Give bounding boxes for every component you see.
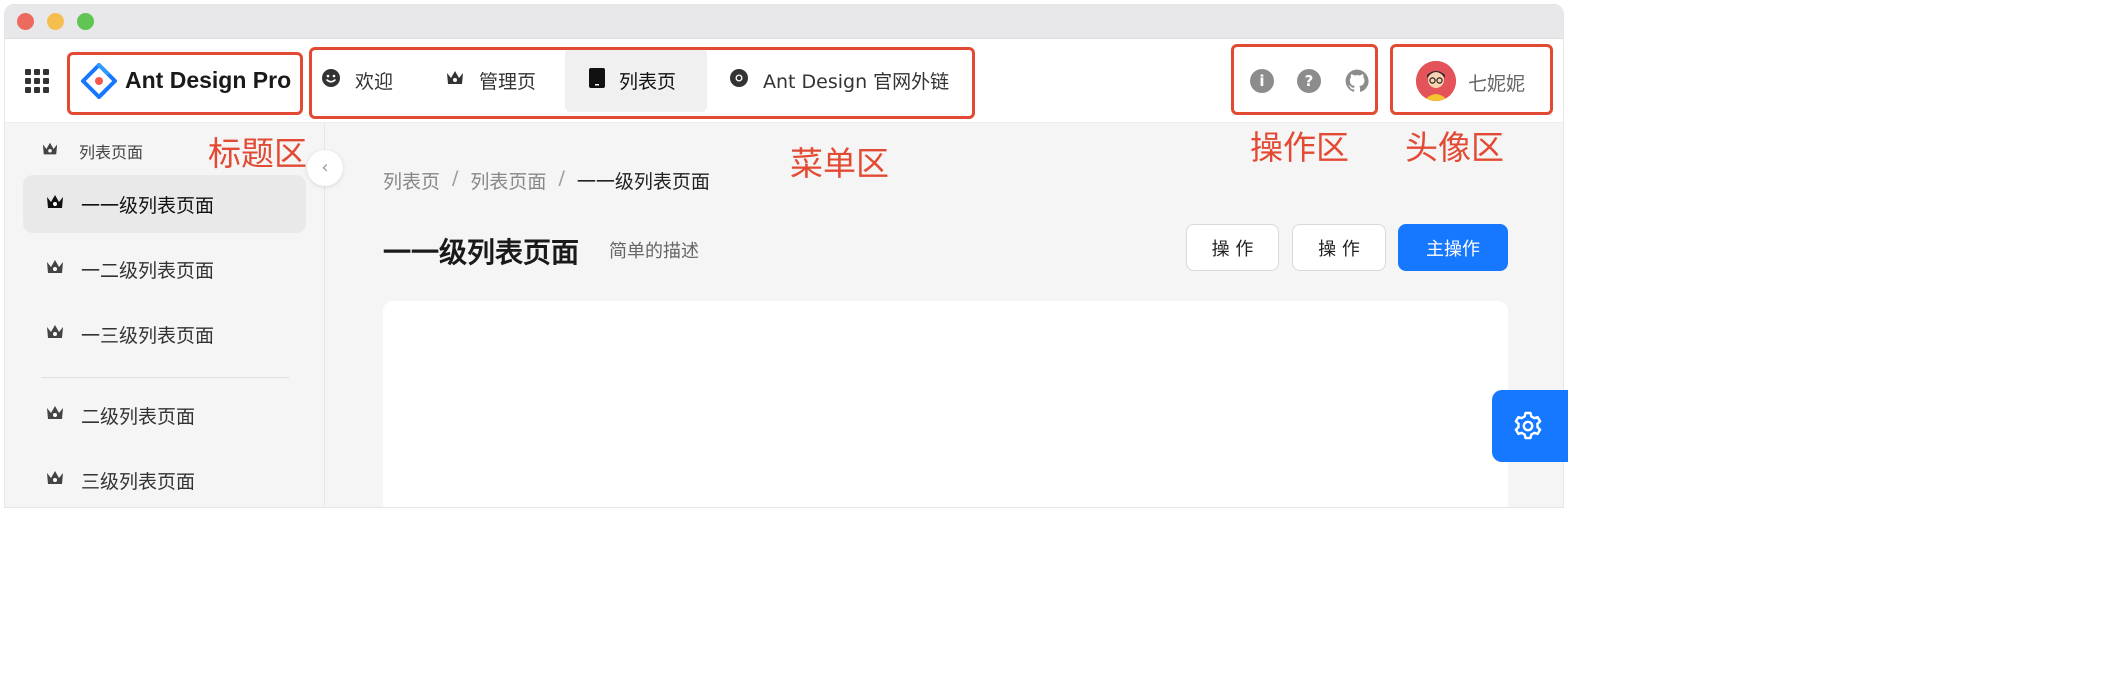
page-description: 简单的描述 <box>609 241 699 262</box>
sidebar-item-label: 一二级列表页面 <box>81 259 215 282</box>
sidebar-item-label: 三级列表页面 <box>81 470 196 493</box>
page-title: 一一级列表页面 <box>383 236 580 269</box>
sidebar-item-label: 一三级列表页面 <box>81 324 215 347</box>
sidebar-item-1-2[interactable]: 一二级列表页面 <box>23 240 306 298</box>
crown-icon <box>41 141 59 161</box>
avatar-area-highlight <box>1390 44 1553 115</box>
sidebar-item-3[interactable]: 三级列表页面 <box>23 451 306 507</box>
title-area-highlight <box>67 52 303 115</box>
chevron-left-icon: ‹ <box>321 157 329 178</box>
apps-grid-icon[interactable] <box>25 69 51 95</box>
action-area-annotation: 操作区 <box>1250 128 1349 167</box>
action-button-1[interactable]: 操 作 <box>1186 224 1279 271</box>
maximize-window-button[interactable] <box>77 13 94 30</box>
sidebar-item-label: 二级列表页面 <box>81 405 196 428</box>
sidebar-item-label: 一一级列表页面 <box>81 194 215 217</box>
breadcrumb-link[interactable]: 列表页面 <box>470 167 546 194</box>
breadcrumb-separator: / <box>558 167 565 189</box>
breadcrumb-current: 一一级列表页面 <box>576 171 710 193</box>
action-button-2[interactable]: 操 作 <box>1292 224 1386 271</box>
title-area-annotation: 标题区 <box>208 134 307 173</box>
avatar-area-annotation: 头像区 <box>1405 128 1504 167</box>
action-area-highlight <box>1231 44 1378 115</box>
crown-icon <box>45 193 65 216</box>
settings-button[interactable] <box>1492 390 1568 462</box>
sidebar-item-2[interactable]: 二级列表页面 <box>23 386 306 444</box>
sidebar-item-1-1[interactable]: 一一级列表页面 <box>23 175 306 233</box>
gear-icon <box>1514 411 1542 440</box>
sidebar-group-label: 列表页面 <box>79 143 144 162</box>
breadcrumb-link[interactable]: 列表页 <box>383 167 440 194</box>
minimize-window-button[interactable] <box>47 13 64 30</box>
content-card <box>383 301 1508 507</box>
crown-icon <box>45 323 65 346</box>
browser-window: Ant Design Pro 欢迎 管理页 列表页 Ant Design 官网外… <box>4 4 1564 508</box>
sidebar-divider <box>41 377 289 378</box>
sidebar: 列表页面 一一级列表页面 一二级列表页面 一三级列表页面 二级列表页面 三级列表… <box>5 123 325 507</box>
sidebar-group[interactable]: 列表页面 <box>41 139 143 163</box>
sidebar-item-1-3[interactable]: 一三级列表页面 <box>23 305 306 363</box>
primary-action-button[interactable]: 主操作 <box>1398 224 1508 271</box>
breadcrumb: 列表页 / 列表页面 / 一一级列表页面 <box>383 167 710 194</box>
collapse-sidebar-button[interactable]: ‹ <box>307 150 343 186</box>
menu-area-annotation: 菜单区 <box>790 144 889 183</box>
crown-icon <box>45 258 65 281</box>
crown-icon <box>45 404 65 427</box>
breadcrumb-separator: / <box>452 167 459 189</box>
crown-icon <box>45 469 65 492</box>
window-titlebar <box>5 5 1563 39</box>
menu-area-highlight <box>309 47 975 119</box>
close-window-button[interactable] <box>17 13 34 30</box>
